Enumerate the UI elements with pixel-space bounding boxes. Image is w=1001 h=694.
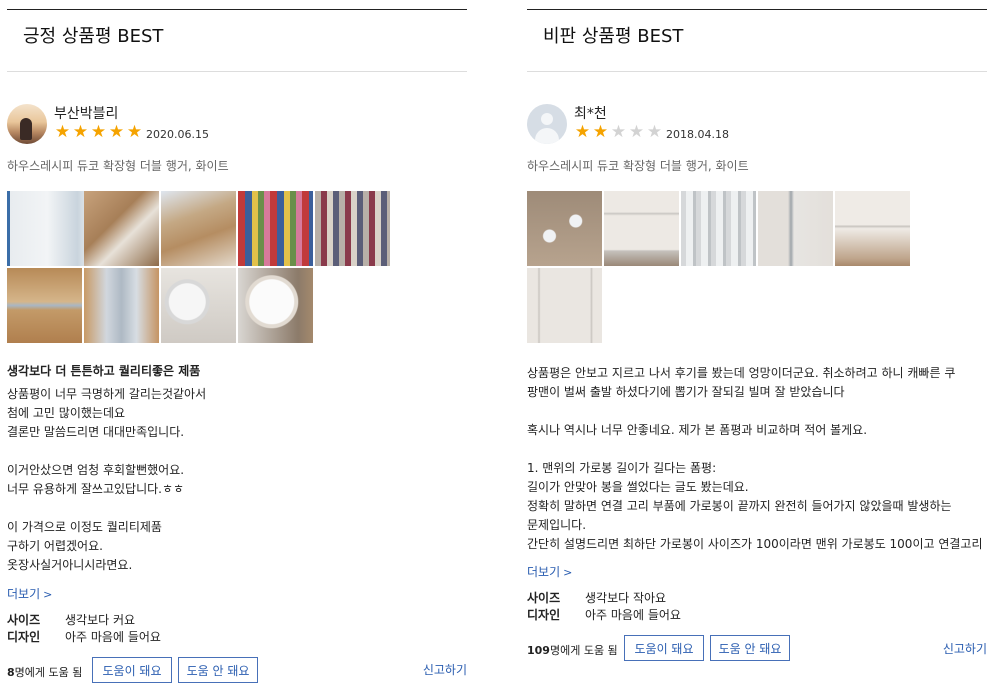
reviewer-avatar xyxy=(7,104,47,144)
review-headline: 생각보다 더 튼튼하고 퀄리티좋은 제품 xyxy=(7,364,201,378)
report-link[interactable]: 신고하기 xyxy=(423,661,467,678)
more-label: 더보기 xyxy=(527,565,561,579)
review-date: 2018.04.18 xyxy=(666,128,729,141)
review-photo[interactable] xyxy=(84,268,159,343)
attribute-row: 디자인 아주 마음에 들어요 xyxy=(7,628,161,645)
attribute-key: 디자인 xyxy=(7,630,41,644)
review-date: 2020.06.15 xyxy=(146,128,209,141)
review-photo[interactable] xyxy=(315,191,390,266)
chevron-right-icon: > xyxy=(563,566,573,579)
rating-stars: ★ ★ ★ ★ ★ xyxy=(573,122,663,142)
review-body-line: 길이가 안맞아 봉을 썰었다는 글도 봤는데요. xyxy=(527,480,749,494)
star-icon: ★ xyxy=(610,122,626,142)
chevron-right-icon: > xyxy=(43,588,53,601)
review-photo[interactable] xyxy=(604,191,679,266)
negative-section-title: 비판 상품평 BEST xyxy=(543,26,684,47)
review-body-line: 이거안샀으면 엄청 후회할뻔했어요. xyxy=(7,463,185,477)
helpful-number: 109 xyxy=(527,644,550,657)
helpful-number: 8 xyxy=(7,666,15,679)
review-body-line xyxy=(7,499,206,518)
star-icon: ★ xyxy=(126,122,142,142)
reviewer-nickname: 부산박블리 xyxy=(54,106,119,122)
review-body: 상품평이 너무 극명하게 갈리는것같아서 첨에 고민 많이했는데요 결론만 말씀… xyxy=(7,385,206,575)
rating-stars: ★ ★ ★ ★ ★ xyxy=(53,122,143,142)
star-icon: ★ xyxy=(646,122,662,142)
review-body-line: 구하기 어렵겠어요. xyxy=(7,539,103,553)
attribute-key: 사이즈 xyxy=(527,591,561,605)
review-body-line: 문제입니다. xyxy=(527,518,587,532)
section-top-border xyxy=(527,9,987,10)
attribute-value: 생각보다 커요 xyxy=(65,613,136,627)
helpful-suffix: 명에게 도움 됨 xyxy=(549,644,618,657)
review-photo[interactable] xyxy=(835,191,910,266)
helpful-no-button[interactable]: 도움 안 돼요 xyxy=(710,635,790,661)
review-body-line xyxy=(527,402,983,421)
review-body-line: 혹시나 역시나 너무 안좋네요. 제가 본 폼평과 비교하며 적어 볼게요. xyxy=(527,423,868,437)
report-link[interactable]: 신고하기 xyxy=(943,640,987,657)
review-body-line xyxy=(527,440,983,459)
review-photo[interactable] xyxy=(238,268,313,343)
helpful-no-button[interactable]: 도움 안 돼요 xyxy=(178,657,258,683)
more-link[interactable]: 더보기 > xyxy=(527,563,572,580)
star-icon: ★ xyxy=(628,122,644,142)
review-body-line: 상품평이 너무 극명하게 갈리는것같아서 xyxy=(7,387,207,401)
review-photo[interactable] xyxy=(238,191,313,266)
review-photo[interactable] xyxy=(7,268,82,343)
attribute-row: 사이즈 생각보다 커요 xyxy=(7,611,135,628)
attribute-row: 사이즈 생각보다 작아요 xyxy=(527,589,666,606)
review-photo[interactable] xyxy=(527,191,602,266)
review-body-line: 상품평은 안보고 지르고 나서 후기를 봤는데 엉망이더군요. 취소하려고 하니… xyxy=(527,366,956,380)
star-icon: ★ xyxy=(592,122,608,142)
section-top-border xyxy=(7,9,467,10)
review-body-line: 간단히 설명드리면 최하단 가로봉이 사이즈가 100이라면 맨위 가로봉도 1… xyxy=(527,537,983,551)
review-photo[interactable] xyxy=(161,268,236,343)
product-option: 하우스레시피 듀코 확장형 더블 행거, 화이트 xyxy=(7,159,229,173)
review-body-line: 1. 맨위의 가로봉 길이가 길다는 폼평: xyxy=(527,461,717,475)
attribute-key: 사이즈 xyxy=(7,613,41,627)
review-body-line: 이 가격으로 이정도 퀄리티제품 xyxy=(7,520,162,534)
helpful-yes-button[interactable]: 도움이 돼요 xyxy=(624,635,704,661)
review-body-line: 옷장사실거아니시라면요. xyxy=(7,558,133,572)
review-body-line: 정확히 말하면 연결 고리 부품에 가로봉이 끝까지 완전히 들어가지 않았을때… xyxy=(527,499,952,513)
review-body-line: 팡맨이 벌써 출발 하셨다기에 뽑기가 잘되길 빌며 잘 받았습니다 xyxy=(527,385,845,399)
review-body-line: 결론만 말씀드리면 대대만족입니다. xyxy=(7,425,185,439)
positive-section-title: 긍정 상품평 BEST xyxy=(23,26,164,47)
review-photo[interactable] xyxy=(527,268,602,343)
star-icon: ★ xyxy=(90,122,106,142)
more-label: 더보기 xyxy=(7,587,41,601)
reviewer-avatar xyxy=(527,104,567,144)
reviewer-nickname: 최*천 xyxy=(574,106,607,122)
helpful-yes-button[interactable]: 도움이 돼요 xyxy=(92,657,172,683)
more-link[interactable]: 더보기 > xyxy=(7,585,52,602)
review-photo[interactable] xyxy=(681,191,756,266)
star-icon: ★ xyxy=(72,122,88,142)
star-icon: ★ xyxy=(108,122,124,142)
section-divider xyxy=(527,71,987,72)
star-icon: ★ xyxy=(574,122,590,142)
review-photo[interactable] xyxy=(758,191,833,266)
attribute-value: 아주 마음에 들어요 xyxy=(65,630,161,644)
helpful-suffix: 명에게 도움 됨 xyxy=(14,666,83,679)
review-body: 상품평은 안보고 지르고 나서 후기를 봤는데 엉망이더군요. 취소하려고 하니… xyxy=(527,364,983,554)
helpful-count: 8명에게 도움 됨 xyxy=(7,664,82,680)
review-body-line xyxy=(7,442,206,461)
attribute-row: 디자인 아주 마음에 들어요 xyxy=(527,606,681,623)
review-photo[interactable] xyxy=(7,191,85,266)
attribute-value: 생각보다 작아요 xyxy=(585,591,667,605)
attribute-key: 디자인 xyxy=(527,608,561,622)
product-option: 하우스레시피 듀코 확장형 더블 행거, 화이트 xyxy=(527,159,749,173)
section-divider xyxy=(7,71,467,72)
review-photo[interactable] xyxy=(161,191,236,266)
review-body-line: 첨에 고민 많이했는데요 xyxy=(7,406,126,420)
helpful-count: 109명에게 도움 됨 xyxy=(527,642,618,658)
review-body-line: 너무 유용하게 잘쓰고있답니다.ㅎㅎ xyxy=(7,482,185,496)
star-icon: ★ xyxy=(54,122,70,142)
attribute-value: 아주 마음에 들어요 xyxy=(585,608,681,622)
review-photo[interactable] xyxy=(84,191,159,266)
